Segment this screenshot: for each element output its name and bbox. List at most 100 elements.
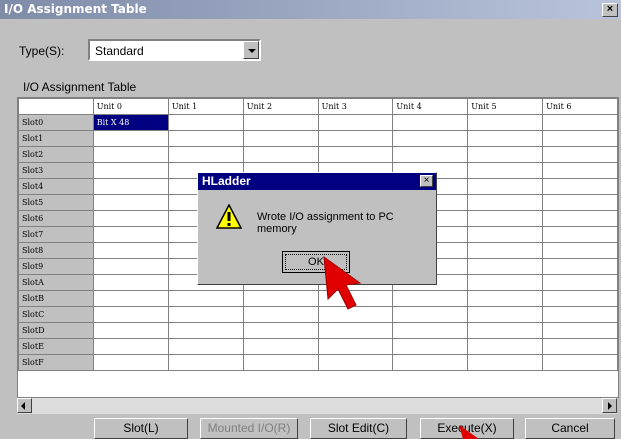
grid-cell[interactable] bbox=[167, 306, 244, 323]
grid-cell[interactable] bbox=[542, 306, 618, 323]
row-header[interactable]: SlotA bbox=[18, 274, 94, 291]
horizontal-scrollbar[interactable] bbox=[17, 398, 617, 414]
row-header[interactable]: Slot6 bbox=[18, 210, 94, 227]
grid-cell[interactable] bbox=[467, 130, 544, 147]
grid-cell[interactable] bbox=[92, 354, 169, 371]
grid-cell[interactable] bbox=[317, 130, 394, 147]
scroll-right-icon[interactable] bbox=[602, 398, 617, 413]
row-header[interactable]: Slot7 bbox=[18, 226, 94, 243]
grid-cell[interactable] bbox=[167, 338, 244, 355]
row-header[interactable]: Slot9 bbox=[18, 258, 94, 275]
row-header[interactable]: Slot1 bbox=[18, 130, 94, 147]
grid-cell[interactable] bbox=[392, 146, 469, 163]
row-header[interactable]: SlotB bbox=[18, 290, 94, 307]
grid-cell[interactable] bbox=[467, 306, 544, 323]
row-header[interactable]: Slot4 bbox=[18, 178, 94, 195]
row-header[interactable]: Slot8 bbox=[18, 242, 94, 259]
grid-cell[interactable] bbox=[542, 162, 618, 179]
grid-cell[interactable] bbox=[467, 354, 544, 371]
grid-cell[interactable] bbox=[92, 258, 169, 275]
grid-cell[interactable] bbox=[392, 338, 469, 355]
grid-cell[interactable] bbox=[542, 258, 618, 275]
grid-cell[interactable] bbox=[392, 114, 469, 131]
grid-cell[interactable] bbox=[317, 338, 394, 355]
grid-cell[interactable]: Bit X 48 bbox=[92, 114, 169, 131]
grid-cell[interactable] bbox=[92, 194, 169, 211]
grid-cell[interactable] bbox=[542, 322, 618, 339]
grid-cell[interactable] bbox=[542, 226, 618, 243]
grid-cell[interactable] bbox=[92, 146, 169, 163]
grid-cell[interactable] bbox=[467, 194, 544, 211]
grid-cell[interactable] bbox=[92, 178, 169, 195]
grid-cell[interactable] bbox=[167, 354, 244, 371]
row-header[interactable]: Slot2 bbox=[18, 146, 94, 163]
column-header[interactable]: Unit 5 bbox=[467, 98, 544, 115]
grid-cell[interactable] bbox=[467, 114, 544, 131]
grid-cell[interactable] bbox=[542, 146, 618, 163]
grid-cell[interactable] bbox=[242, 306, 319, 323]
grid-cell[interactable] bbox=[92, 338, 169, 355]
type-select[interactable]: Standard bbox=[88, 39, 261, 61]
grid-cell[interactable] bbox=[317, 146, 394, 163]
grid-cell[interactable] bbox=[242, 290, 319, 307]
grid-cell[interactable] bbox=[242, 322, 319, 339]
grid-cell[interactable] bbox=[167, 146, 244, 163]
column-header[interactable]: Unit 6 bbox=[542, 98, 618, 115]
close-icon[interactable]: × bbox=[602, 3, 618, 17]
cancel-button[interactable]: Cancel bbox=[525, 418, 615, 439]
grid-cell[interactable] bbox=[92, 226, 169, 243]
grid-cell[interactable] bbox=[167, 114, 244, 131]
grid-cell[interactable] bbox=[167, 290, 244, 307]
grid-cell[interactable] bbox=[542, 194, 618, 211]
grid-cell[interactable] bbox=[542, 354, 618, 371]
slot-edit-button[interactable]: Slot Edit(C) bbox=[310, 418, 407, 439]
grid-cell[interactable] bbox=[467, 290, 544, 307]
grid-cell[interactable] bbox=[92, 130, 169, 147]
mounted-io-button[interactable]: Mounted I/O(R) bbox=[200, 418, 298, 439]
grid-cell[interactable] bbox=[392, 130, 469, 147]
grid-cell[interactable] bbox=[242, 338, 319, 355]
row-header[interactable]: SlotC bbox=[18, 306, 94, 323]
grid-cell[interactable] bbox=[167, 130, 244, 147]
grid-cell[interactable] bbox=[467, 338, 544, 355]
grid-cell[interactable] bbox=[467, 322, 544, 339]
slot-button[interactable]: Slot(L) bbox=[94, 418, 188, 439]
grid-cell[interactable] bbox=[467, 146, 544, 163]
row-header[interactable]: Slot3 bbox=[18, 162, 94, 179]
grid-cell[interactable] bbox=[167, 322, 244, 339]
row-header[interactable]: SlotF bbox=[18, 354, 94, 371]
column-header[interactable]: Unit 2 bbox=[242, 98, 319, 115]
grid-cell[interactable] bbox=[542, 130, 618, 147]
column-header[interactable]: Unit 4 bbox=[392, 98, 469, 115]
grid-cell[interactable] bbox=[92, 242, 169, 259]
row-header[interactable]: SlotE bbox=[18, 338, 94, 355]
row-header[interactable]: Slot0 bbox=[18, 114, 94, 131]
grid-cell[interactable] bbox=[542, 114, 618, 131]
grid-cell[interactable] bbox=[542, 274, 618, 291]
grid-cell[interactable] bbox=[392, 322, 469, 339]
column-header[interactable]: Unit 0 bbox=[92, 98, 169, 115]
grid-cell[interactable] bbox=[542, 210, 618, 227]
grid-cell[interactable] bbox=[92, 290, 169, 307]
grid-cell[interactable] bbox=[242, 130, 319, 147]
grid-cell[interactable] bbox=[467, 242, 544, 259]
scroll-left-icon[interactable] bbox=[17, 398, 32, 413]
grid-cell[interactable] bbox=[392, 306, 469, 323]
grid-cell[interactable] bbox=[467, 274, 544, 291]
grid-cell[interactable] bbox=[92, 306, 169, 323]
grid-cell[interactable] bbox=[467, 226, 544, 243]
grid-cell[interactable] bbox=[542, 338, 618, 355]
grid-cell[interactable] bbox=[467, 162, 544, 179]
column-header[interactable]: Unit 1 bbox=[167, 98, 244, 115]
grid-cell[interactable] bbox=[242, 354, 319, 371]
grid-cell[interactable] bbox=[92, 322, 169, 339]
grid-cell[interactable] bbox=[317, 322, 394, 339]
grid-cell[interactable] bbox=[467, 210, 544, 227]
chevron-down-icon[interactable] bbox=[243, 41, 259, 59]
grid-cell[interactable] bbox=[542, 178, 618, 195]
dialog-close-icon[interactable]: × bbox=[420, 175, 433, 187]
grid-cell[interactable] bbox=[92, 210, 169, 227]
grid-cell[interactable] bbox=[392, 354, 469, 371]
grid-cell[interactable] bbox=[317, 114, 394, 131]
grid-cell[interactable] bbox=[467, 258, 544, 275]
